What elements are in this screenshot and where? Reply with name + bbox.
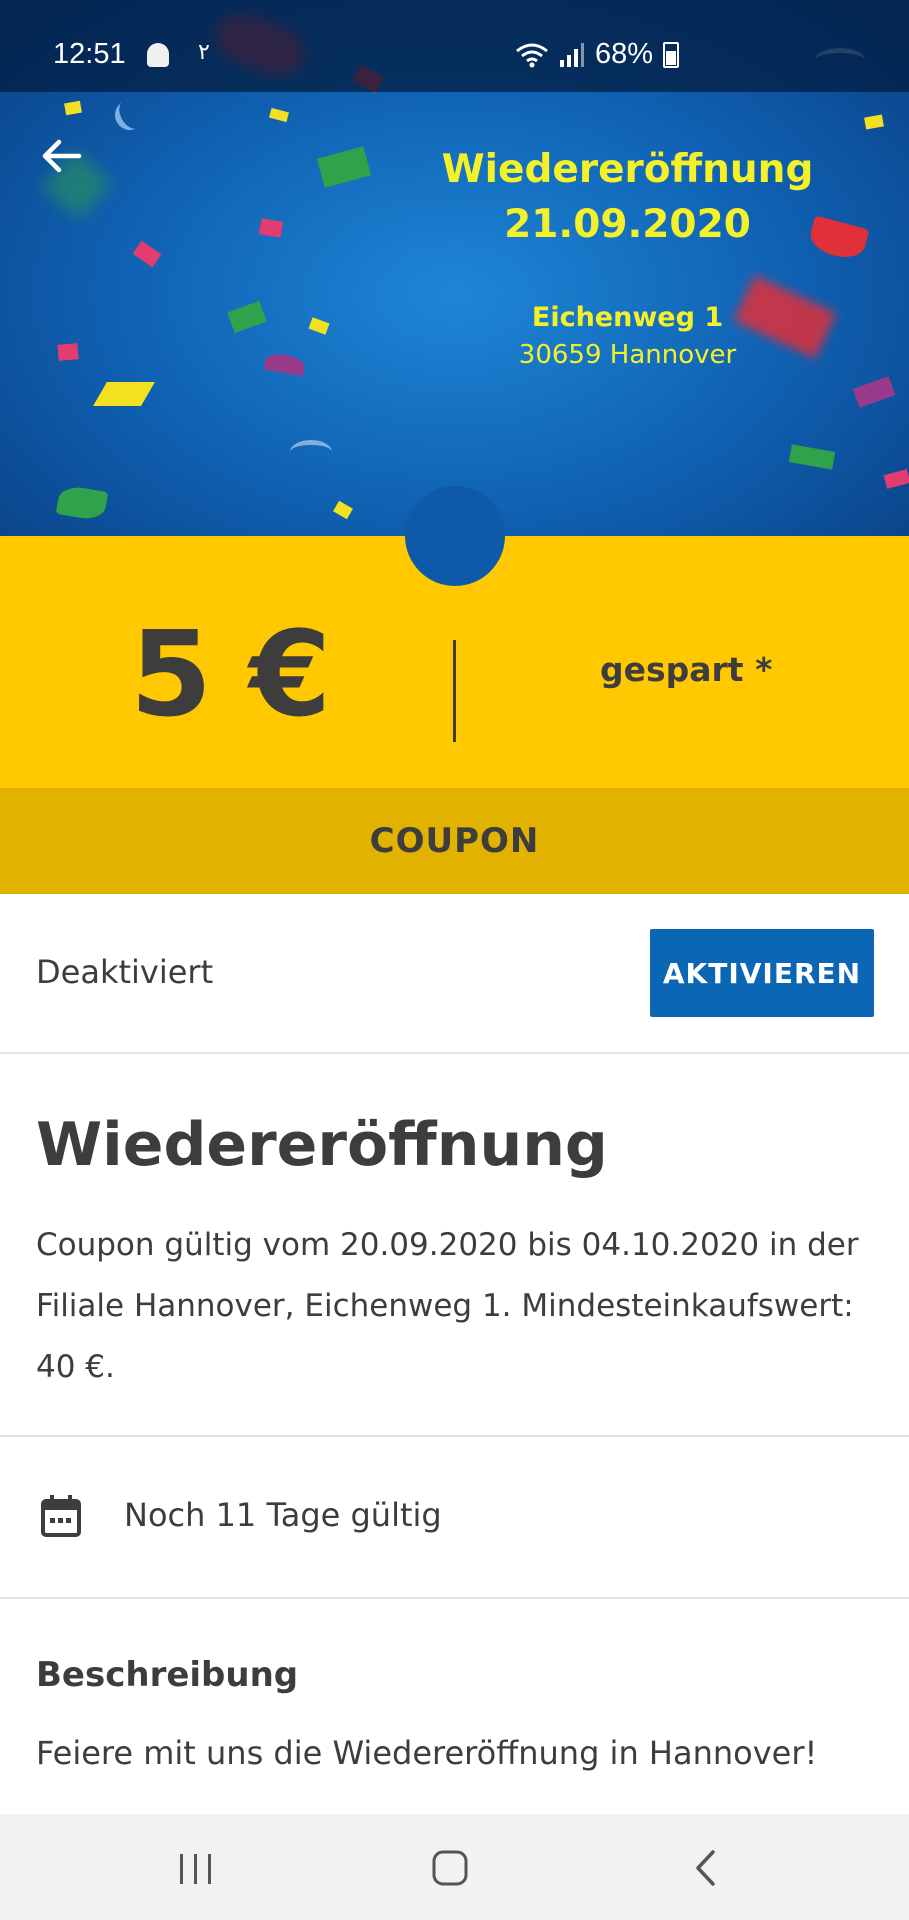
back-button[interactable] bbox=[645, 1814, 765, 1920]
confetti-decoration bbox=[57, 343, 79, 361]
confetti-decoration bbox=[132, 240, 162, 268]
validity-days: 11 bbox=[215, 1496, 257, 1534]
confetti-decoration bbox=[227, 300, 267, 334]
confetti-decoration bbox=[263, 351, 307, 377]
coupon-band: COUPON bbox=[0, 788, 909, 894]
battery-percentage: 68% bbox=[595, 38, 654, 70]
validity-suffix: Tage gültig bbox=[256, 1496, 442, 1534]
coupon-divider bbox=[453, 640, 456, 742]
ghost-icon bbox=[147, 43, 169, 67]
confetti-decoration bbox=[55, 484, 109, 522]
recent-apps-button[interactable] bbox=[136, 1814, 256, 1920]
coupon-hero-banner: 12:51 ٢ 68% Wiedereröffnung 21.09.2020 E… bbox=[0, 0, 909, 536]
battery-icon bbox=[663, 41, 680, 68]
coupon-description: Coupon gültig vom 20.09.2020 bis 04.10.2… bbox=[36, 1227, 859, 1385]
status-indicators: 68% bbox=[515, 38, 680, 71]
confetti-decoration bbox=[333, 500, 353, 520]
activation-status: Deaktiviert bbox=[36, 953, 214, 991]
confetti-decoration bbox=[290, 440, 332, 464]
calendar-icon bbox=[41, 1495, 81, 1537]
system-navigation-bar bbox=[0, 1814, 909, 1920]
hero-date: 21.09.2020 bbox=[504, 202, 751, 247]
hero-city: 30659 Hannover bbox=[518, 340, 737, 370]
confetti-decoration bbox=[316, 146, 372, 188]
validity-prefix: Noch bbox=[124, 1496, 216, 1534]
hero-title: Wiedereröffnung 21.09.2020 bbox=[420, 142, 835, 252]
recent-apps-icon bbox=[180, 1854, 211, 1884]
activate-button[interactable]: AKTIVIEREN bbox=[650, 929, 874, 1017]
validity-text: Noch 11 Tage gültig bbox=[124, 1496, 442, 1534]
confetti-decoration bbox=[258, 218, 284, 238]
confetti-decoration bbox=[64, 100, 82, 116]
confetti-decoration bbox=[269, 107, 289, 123]
signal-icon bbox=[560, 42, 584, 67]
hero-title-line: Wiedereröffnung bbox=[441, 147, 814, 192]
divider bbox=[0, 1597, 909, 1599]
confetti-decoration bbox=[308, 317, 330, 335]
confetti-decoration bbox=[883, 469, 909, 489]
home-button[interactable] bbox=[390, 1814, 510, 1920]
hero-street: Eichenweg 1 bbox=[531, 302, 724, 333]
status-time: 12:51 bbox=[53, 38, 126, 70]
confetti-decoration bbox=[93, 382, 155, 406]
status-extra-glyph: ٢ bbox=[198, 40, 210, 65]
divider bbox=[0, 1052, 909, 1054]
coupon-amount: 5 € bbox=[130, 605, 331, 743]
divider bbox=[0, 1435, 909, 1437]
back-arrow-icon[interactable] bbox=[35, 130, 87, 182]
confetti-decoration bbox=[788, 444, 836, 470]
confetti-decoration bbox=[109, 94, 151, 136]
coupon-saved-label: gespart * bbox=[600, 650, 773, 689]
home-icon bbox=[432, 1850, 468, 1886]
coupon-title: Wiedereröffnung bbox=[36, 1110, 608, 1180]
description-text: Feiere mit uns die Wiedereröffnung in Ha… bbox=[36, 1734, 818, 1772]
wifi-icon bbox=[516, 43, 548, 67]
chevron-left-icon bbox=[696, 1850, 715, 1886]
confetti-decoration bbox=[864, 114, 884, 130]
status-bar: 12:51 ٢ 68% bbox=[0, 0, 909, 92]
coupon-notch bbox=[405, 486, 505, 586]
confetti-decoration bbox=[852, 376, 896, 408]
description-heading: Beschreibung bbox=[36, 1655, 299, 1695]
